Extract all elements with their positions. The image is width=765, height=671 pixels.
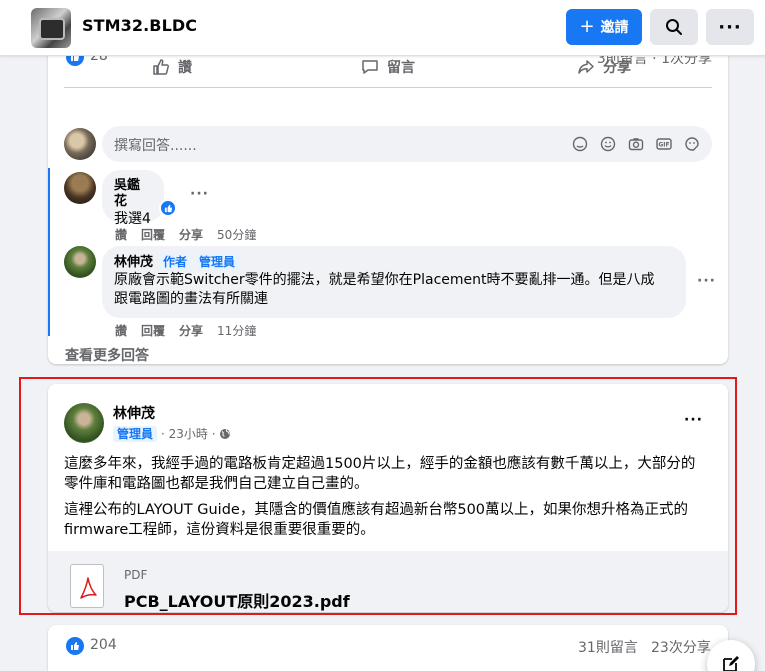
reply-like-link[interactable]: 讚 [115, 322, 127, 339]
comment-label: 留言 [387, 60, 415, 76]
thumbs-up-icon [164, 204, 172, 212]
group-avatar[interactable] [31, 8, 71, 48]
comment-author[interactable]: 吳鑑花 [114, 178, 152, 210]
comment-actions: 讚 回覆 分享 50分鐘 [115, 226, 256, 243]
comment-time[interactable]: 50分鐘 [217, 226, 256, 243]
reply-time[interactable]: 11分鐘 [217, 322, 256, 339]
highlight-box [19, 377, 737, 615]
plus-icon: + [579, 16, 595, 37]
search-button[interactable] [650, 9, 698, 45]
more-options-button[interactable]: ··· [706, 9, 754, 45]
avatar-sticker-icon[interactable] [570, 134, 590, 154]
search-icon [666, 19, 682, 35]
invite-button[interactable]: + 邀請 [566, 9, 642, 45]
view-more-replies[interactable]: 查看更多回答 [65, 345, 149, 365]
svg-text:GIF: GIF [658, 142, 669, 149]
post-comment-count[interactable]: 31則留言 [578, 637, 638, 657]
reply-author[interactable]: 林伸茂 [114, 255, 153, 270]
composer-placeholder: 撰寫回答...... [114, 138, 197, 154]
share-label: 分享 [603, 60, 631, 76]
author-tag: 作者 [159, 254, 192, 270]
reply-text-line2: 跟電路圖的畫法有所關連 [114, 291, 268, 307]
comment-composer[interactable]: 撰寫回答...... GIF [102, 126, 712, 162]
commenter-avatar[interactable] [64, 172, 96, 204]
comment-icon [362, 60, 378, 74]
camera-icon[interactable] [626, 134, 646, 154]
group-header: STM32.BLDC + 邀請 ··· [0, 0, 765, 56]
comment-share-link[interactable]: 分享 [179, 226, 203, 243]
comment-reply-link[interactable]: 回覆 [141, 226, 165, 243]
reply-actions: 讚 回覆 分享 11分鐘 [115, 322, 256, 339]
composer-tools: GIF [570, 134, 702, 154]
reply-text-line1: 原廠會示範Switcher零件的擺法，就是希望你在Placement時不要亂排一… [114, 272, 655, 288]
reply-reply-link[interactable]: 回覆 [141, 322, 165, 339]
share-icon [578, 60, 594, 74]
comment-options-icon[interactable]: ··· [190, 186, 209, 202]
admin-tag: 管理員 [195, 254, 240, 270]
author-reply-bubble: 林伸茂 作者 管理員 原廠會示範Switcher零件的擺法，就是希望你在Placem… [102, 246, 686, 318]
comment-like-link[interactable]: 讚 [115, 226, 127, 243]
reply-author-row: 林伸茂 作者 管理員 [114, 254, 674, 271]
post-like-count[interactable]: 204 [90, 637, 117, 653]
reply-share-link[interactable]: 分享 [179, 322, 203, 339]
group-name[interactable]: STM32.BLDC [82, 16, 197, 35]
emoji-icon[interactable] [598, 134, 618, 154]
thumbs-up-icon [153, 59, 169, 75]
author-reply-avatar[interactable] [64, 246, 96, 278]
comment-like-badge[interactable] [159, 199, 177, 217]
gif-icon[interactable]: GIF [654, 134, 674, 154]
post-share-count[interactable]: 23次分享 [651, 637, 711, 657]
like-label: 讚 [178, 60, 192, 76]
comment-bubble: 吳鑑花 我選4 [102, 170, 164, 227]
sticker-icon[interactable] [682, 134, 702, 154]
reply-options-icon[interactable]: ··· [697, 273, 716, 289]
like-reaction-icon [66, 637, 84, 655]
reply-thread-line [48, 168, 50, 336]
current-user-avatar[interactable] [64, 128, 96, 160]
invite-label: 邀請 [600, 20, 629, 36]
compose-icon [723, 656, 739, 671]
